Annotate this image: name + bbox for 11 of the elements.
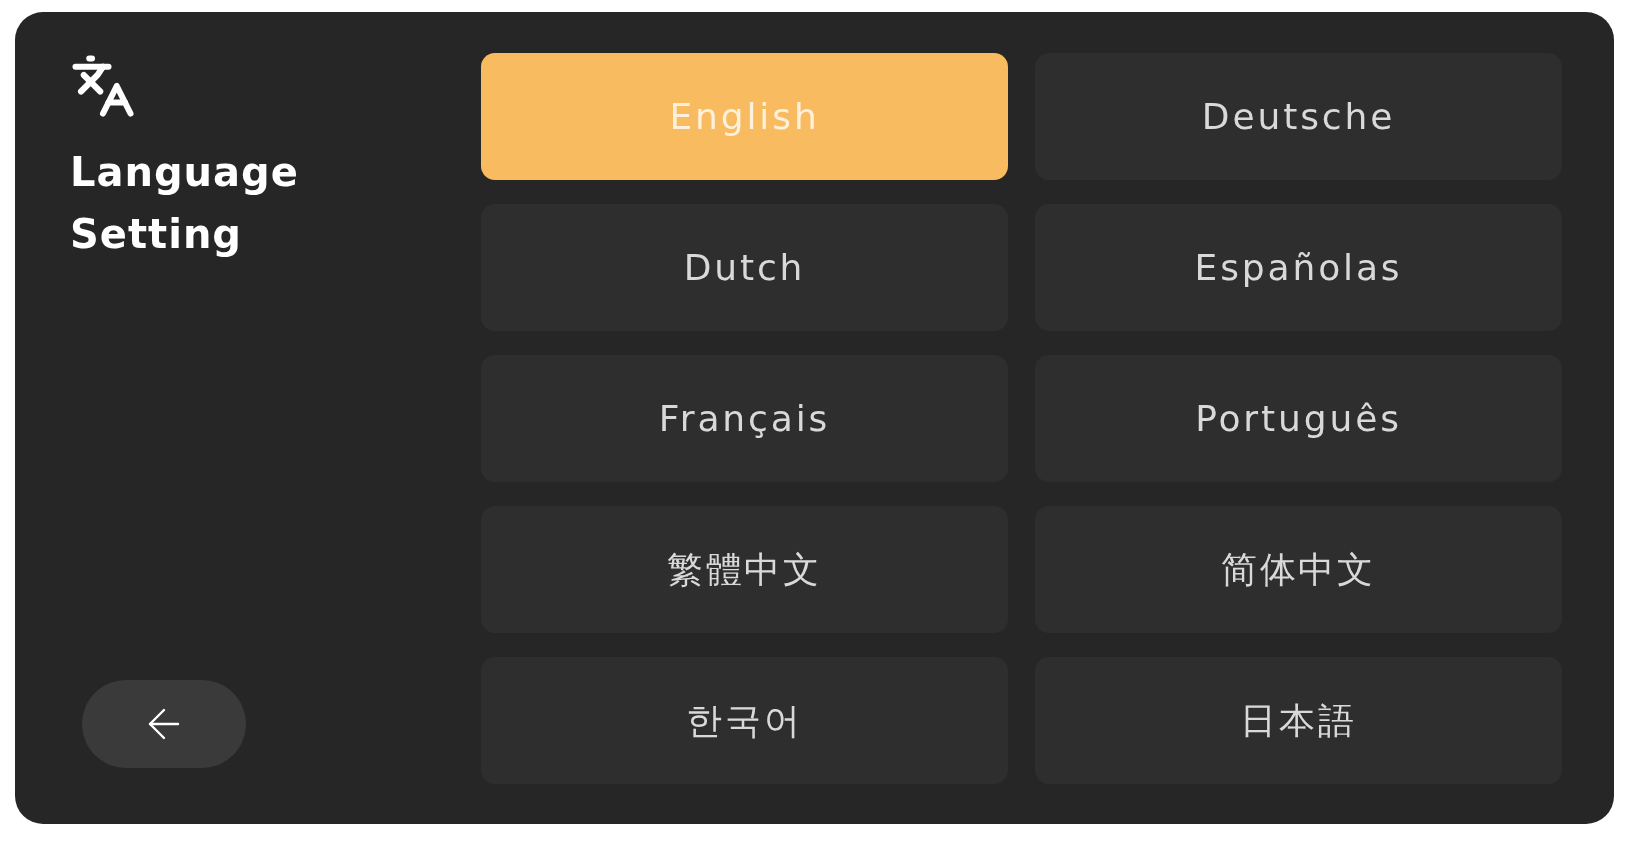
page-title: Language Setting: [70, 148, 300, 259]
language-option[interactable]: 繁體中文: [481, 506, 1008, 633]
language-option[interactable]: Português: [1035, 355, 1562, 482]
language-option[interactable]: 日本語: [1035, 657, 1562, 784]
translate-icon: [70, 53, 136, 119]
language-option[interactable]: 한국어: [481, 657, 1008, 784]
language-option[interactable]: Españolas: [1035, 204, 1562, 331]
language-option[interactable]: Français: [481, 355, 1008, 482]
language-option[interactable]: Deutsche: [1035, 53, 1562, 180]
language-option[interactable]: Dutch: [481, 204, 1008, 331]
language-option[interactable]: 简体中文: [1035, 506, 1562, 633]
